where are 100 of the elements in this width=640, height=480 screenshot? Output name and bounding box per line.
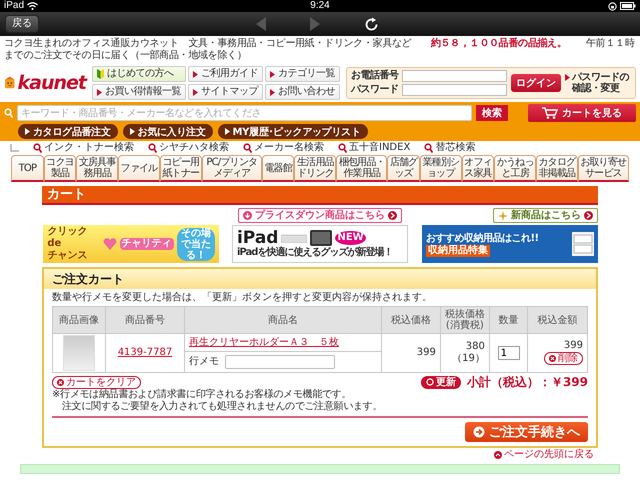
banner-ad[interactable]: iPad NEW iPadを快適に使えるグッズが新登場！ [232, 225, 408, 263]
category-tab[interactable]: 店舗グッズ [387, 155, 420, 182]
down-arrow-circle-icon [242, 211, 252, 220]
checkout-button[interactable]: ご注文手続きへ [465, 422, 588, 442]
category-tab[interactable]: TOP [11, 155, 44, 182]
banner-text: その場で当たる！ [176, 228, 216, 260]
back-arrow-icon[interactable] [256, 17, 266, 31]
update-button[interactable]: 更新 [420, 376, 461, 389]
search-button[interactable]: 検索 [476, 105, 508, 121]
clear-cart-button[interactable]: カートをクリア [52, 376, 141, 389]
view-cart-button[interactable]: カートを見る [528, 104, 636, 122]
category-tab[interactable]: ファイル [118, 155, 160, 182]
category-tab[interactable]: PC/プリンタメディア [202, 155, 262, 182]
promo-link[interactable]: プライスダウン商品はこちら [238, 208, 402, 223]
guide-link[interactable]: カテゴリ一覧 [265, 66, 340, 82]
wifi-icon [27, 2, 38, 10]
tax-amount: （19） [451, 353, 485, 365]
category-tab[interactable]: オフィス家具 [462, 155, 494, 182]
password-field[interactable] [402, 84, 507, 96]
search-icon [33, 143, 42, 153]
quick-order-button[interactable]: カタログ品番注文 [18, 124, 118, 139]
category-tab[interactable]: かうねっと工房 [494, 155, 536, 182]
guide-link[interactable]: サイトマップ [188, 84, 263, 100]
device-name: iPad [4, 0, 24, 12]
price-ex-tax: 380 [464, 341, 485, 353]
clock-time: 9:24 [310, 0, 330, 12]
category-tab[interactable]: コピー用紙トナー [160, 155, 202, 182]
category-tab[interactable]: 文房具事務用品 [76, 155, 118, 182]
banner-ad[interactable]: おすすめ収納用品はこれ!! 収納用品特集 [422, 225, 598, 263]
page-title: カート [42, 186, 598, 205]
search-link[interactable]: インク・トナー検索 [33, 142, 134, 154]
delete-button[interactable]: 削除 [544, 352, 583, 365]
close-icon [57, 378, 64, 386]
subtotal-text: 小計（税込）：￥399 [466, 375, 588, 390]
triangle-icon [565, 74, 570, 81]
quick-order-button[interactable]: お気に入り注文 [122, 124, 213, 139]
memo-field[interactable] [224, 355, 335, 370]
search-icon [243, 143, 252, 153]
category-tab[interactable]: 梱包用品・作業用品 [336, 155, 388, 182]
memo-label: 行メモ [188, 356, 219, 368]
triangle-icon [130, 128, 135, 135]
logo-text[interactable]: kaunet [18, 72, 86, 94]
heart-icon [102, 238, 117, 250]
search-icon [338, 143, 347, 153]
footnote-text: 注文に関するご要望を入力されても処理されませんのでご注意願います。 [61, 401, 384, 414]
forward-arrow-icon[interactable] [310, 17, 320, 31]
table-cell: 399 [382, 334, 440, 372]
product-name-link[interactable]: 再生クリヤーホルダーＡ３ ５枚 [188, 336, 339, 348]
promo-link[interactable]: 新商品はこちら [493, 208, 598, 223]
phone-field[interactable] [402, 70, 507, 82]
category-tab[interactable]: 電器館 [262, 155, 294, 182]
category-tab[interactable]: 業種別ショップ [420, 155, 462, 182]
banner-ad[interactable]: クリックde チャンス チャリティ その場で当たる！ [43, 225, 220, 263]
quick-order-button[interactable]: MY履歴･ピックアップリスト [218, 124, 368, 139]
tablet-case-icon [310, 230, 332, 246]
photo-placeholder [63, 335, 95, 371]
column-header: 商品番号 [106, 306, 184, 334]
category-tab[interactable]: カタログ非掲載品 [536, 155, 578, 182]
login-button[interactable]: ログイン [511, 74, 561, 92]
category-tab[interactable]: お取り寄せサービス [578, 155, 629, 182]
storage-drawer-icon [572, 232, 594, 256]
search-icon [148, 143, 157, 153]
quantity-field[interactable]: 1 [498, 346, 520, 360]
search-link[interactable]: 五十音INDEX [338, 142, 410, 154]
guide-link[interactable]: お買い得情報一覧 [92, 84, 186, 100]
triangle-icon [193, 88, 198, 96]
guide-link[interactable]: はじめての方へ [92, 66, 186, 82]
search-icon [424, 143, 434, 153]
column-header: 税抜価格(消費税) [440, 306, 490, 334]
search-field[interactable]: キーワード・商品番号・メーカー名などを入れてくださ [17, 105, 472, 121]
banner-text: チャリティ [120, 238, 174, 250]
guide-link[interactable]: ご利用ガイド [188, 66, 263, 82]
rotation-lock-icon [608, 2, 617, 10]
triangle-icon [193, 70, 198, 78]
leaf-icon [97, 69, 104, 79]
guide-link[interactable]: お問い合わせ [265, 84, 340, 100]
category-tab[interactable]: 生活用品ドリンク [294, 155, 336, 182]
reload-icon[interactable] [364, 16, 378, 32]
new-badge: NEW [335, 231, 366, 245]
search-link[interactable]: 替芯検索 [424, 142, 476, 154]
triangle-icon [97, 88, 102, 96]
banner-text: チャンス [47, 250, 88, 262]
footnote-text: ※行メモは納品書および請求書に印字されるお客様のメモ機能です。 [52, 389, 352, 400]
search-link[interactable]: メーカー名検索 [243, 142, 324, 154]
banner-text: クリックde [47, 226, 88, 250]
cart-title: ご注文カート [52, 271, 125, 287]
column-header: 税込価格 [382, 306, 440, 334]
password-reset-link[interactable]: パスワードの確認・変更 [565, 72, 631, 94]
search-icon [4, 108, 13, 118]
arrow-circle-icon [584, 211, 593, 220]
search-link[interactable]: シヤチハタ検索 [148, 142, 229, 154]
triangle-icon [25, 128, 30, 135]
tree-branch-icon [10, 144, 19, 152]
up-arrow-circle-icon [494, 451, 502, 460]
category-tab[interactable]: コクヨ製品 [44, 155, 76, 182]
product-number-link[interactable]: 4139-7787 [118, 347, 172, 358]
back-button[interactable]: 戻る [5, 15, 39, 33]
banner-text: 収納用品特集 [426, 244, 490, 256]
triangle-icon [270, 70, 275, 78]
page-top-link[interactable]: ページの先頭に戻る [494, 449, 594, 462]
